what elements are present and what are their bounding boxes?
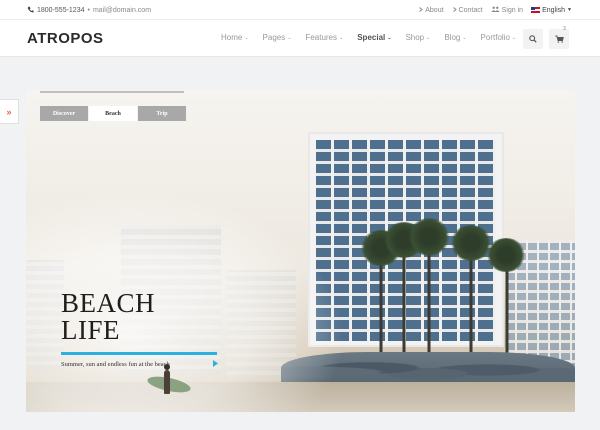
hero-title-line1: BEACH bbox=[61, 288, 156, 318]
nav-features-label: Features bbox=[305, 33, 338, 42]
nav-home-label: Home bbox=[221, 33, 243, 42]
palm-tree bbox=[486, 238, 526, 364]
nav-features[interactable]: Features ⌄ bbox=[305, 33, 343, 42]
cart-icon bbox=[554, 30, 564, 48]
search-icon bbox=[529, 30, 537, 48]
slide-tabs: Discover Beach Trip bbox=[40, 106, 186, 121]
nav-pages-label: Pages bbox=[262, 33, 286, 42]
tab-beach[interactable]: Beach bbox=[89, 106, 137, 121]
hero-title-line2: LIFE bbox=[61, 315, 120, 345]
phone-number[interactable]: 1800-555-1234 bbox=[37, 7, 85, 14]
nav-shop-label: Shop bbox=[405, 33, 425, 42]
language-label: English bbox=[542, 6, 566, 14]
us-flag-icon bbox=[531, 7, 541, 13]
separator: • bbox=[87, 7, 90, 14]
nav-portfolio[interactable]: Portfolio ⌄ bbox=[481, 33, 517, 42]
nav-home[interactable]: Home ⌄ bbox=[221, 33, 249, 42]
tab-trip[interactable]: Trip bbox=[138, 106, 186, 121]
phone-icon bbox=[27, 6, 34, 15]
chevron-down-icon: ⌄ bbox=[387, 34, 392, 41]
nav-special-label: Special bbox=[357, 33, 386, 42]
hero-slider: Discover Beach Trip BEACH LIFE Summer, s… bbox=[26, 90, 575, 412]
palm-tree bbox=[408, 218, 450, 364]
logo[interactable]: ATROPOS bbox=[27, 30, 104, 47]
cart-button[interactable] bbox=[549, 29, 569, 49]
main-header: ATROPOS Home ⌄ Pages ⌄ Features ⌄ Specia… bbox=[0, 20, 600, 57]
chevron-down-icon: ⌄ bbox=[426, 34, 431, 41]
envelope-icon bbox=[452, 6, 457, 14]
tab-discover[interactable]: Discover bbox=[40, 106, 88, 121]
about-link[interactable]: About bbox=[418, 6, 444, 14]
play-arrow-icon[interactable] bbox=[213, 360, 219, 368]
hero-subtitle: Summer, sun and endless fun at the beach bbox=[61, 361, 170, 368]
contact-label: Contact bbox=[458, 6, 483, 14]
language-selector[interactable]: English ▼ bbox=[531, 7, 572, 14]
hero-accent-line bbox=[61, 352, 217, 355]
main-nav: Home ⌄ Pages ⌄ Features ⌄ Special ⌄ Shop… bbox=[221, 33, 530, 42]
surfer-body bbox=[164, 370, 170, 394]
nav-blog[interactable]: Blog ⌄ bbox=[444, 33, 466, 42]
info-icon bbox=[418, 6, 424, 14]
nav-blog-label: Blog bbox=[444, 33, 461, 42]
hero-title: BEACH LIFE bbox=[61, 290, 155, 344]
top-links: About Contact Sign in English ▼ bbox=[418, 6, 572, 14]
palm-tree bbox=[450, 225, 492, 365]
side-panel-toggle[interactable]: » bbox=[0, 99, 19, 124]
nav-pages[interactable]: Pages ⌄ bbox=[263, 33, 292, 42]
about-label: About bbox=[425, 6, 444, 14]
sign-in-link[interactable]: Sign in bbox=[490, 6, 524, 14]
cart-count-badge: 3 bbox=[563, 26, 566, 32]
contact-link[interactable]: Contact bbox=[452, 7, 483, 14]
users-icon bbox=[490, 6, 500, 14]
nav-portfolio-label: Portfolio bbox=[480, 33, 510, 42]
top-bar: 1800-555-1234 • mail@domain.com About Co… bbox=[0, 0, 600, 20]
email-link[interactable]: mail@domain.com bbox=[93, 7, 151, 14]
chevron-down-icon: ⌄ bbox=[511, 34, 517, 41]
chevron-down-icon: ⌄ bbox=[244, 34, 249, 41]
double-chevron-right-icon: » bbox=[6, 106, 12, 117]
nav-shop[interactable]: Shop ⌄ bbox=[405, 33, 430, 42]
slider-progress-bar bbox=[40, 91, 184, 93]
search-button[interactable] bbox=[523, 29, 543, 49]
nav-special[interactable]: Special ⌄ bbox=[357, 33, 391, 42]
chevron-down-icon: ⌄ bbox=[339, 34, 344, 41]
contact-info: 1800-555-1234 • mail@domain.com bbox=[27, 6, 151, 15]
chevron-down-icon: ⌄ bbox=[462, 34, 467, 41]
caret-down-icon: ▼ bbox=[567, 7, 572, 13]
sign-in-label: Sign in bbox=[501, 6, 524, 14]
chevron-down-icon: ⌄ bbox=[287, 34, 292, 41]
